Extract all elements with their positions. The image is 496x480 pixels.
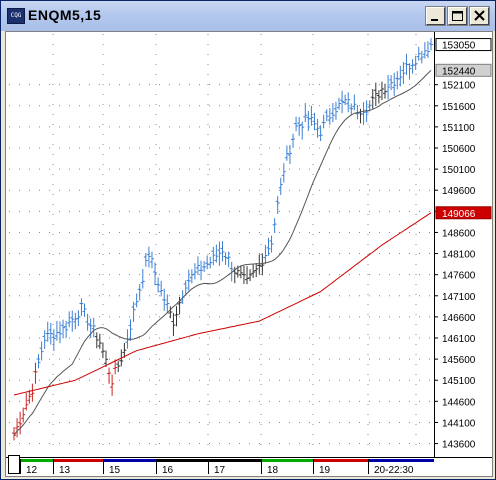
price-label: 145100 (442, 376, 476, 387)
session-bar (103, 459, 156, 462)
time-label: 15 (109, 465, 121, 476)
last-price-tag-text: 153050 (442, 41, 476, 52)
minimize-button[interactable] (425, 6, 446, 26)
price-label: 148100 (442, 250, 476, 261)
session-bar (261, 459, 313, 462)
close-button[interactable] (469, 6, 490, 26)
price-label: 143600 (442, 440, 476, 451)
price-label: 147600 (442, 271, 476, 282)
window-title: ENQM5,15 (28, 7, 102, 23)
cqg-app-icon: CQG (7, 8, 25, 24)
time-label: 17 (214, 465, 226, 476)
session-bar (208, 459, 261, 462)
price-label: 145600 (442, 355, 476, 366)
close-icon (474, 10, 485, 21)
price-label: 146600 (442, 313, 476, 324)
fast-ma-tag-text: 152440 (442, 66, 476, 77)
chart-area[interactable]: 1521001516001511001506001501001496001491… (5, 31, 493, 477)
session-bar (156, 459, 208, 462)
session-bar (53, 459, 103, 462)
price-label: 148600 (442, 228, 476, 239)
session-bar (20, 459, 53, 462)
price-label: 150600 (442, 144, 476, 155)
price-label: 150100 (442, 165, 476, 176)
slow-ma-line (13, 212, 432, 396)
price-label: 151600 (442, 102, 476, 113)
maximize-button[interactable] (447, 6, 468, 26)
time-label: 19 (319, 465, 331, 476)
session-bar (368, 459, 434, 462)
price-label: 144600 (442, 397, 476, 408)
time-label: 18 (267, 465, 279, 476)
slow-ma-tag-text: 149066 (442, 209, 476, 220)
price-chart: 1521001516001511001506001501001496001491… (6, 32, 492, 476)
price-label: 146100 (442, 334, 476, 345)
price-label: 151100 (442, 123, 475, 134)
title-bar[interactable]: CQG ENQM5,15 (1, 1, 495, 31)
scroll-box (8, 455, 20, 474)
price-label: 152100 (442, 81, 476, 92)
maximize-icon (452, 11, 463, 21)
time-label: 20-22:30 (374, 465, 414, 476)
session-bar (313, 459, 368, 462)
price-label: 149600 (442, 186, 476, 197)
price-label: 147100 (442, 292, 476, 303)
minimize-icon (431, 19, 438, 21)
time-label: 12 (26, 465, 38, 476)
time-label: 16 (162, 465, 174, 476)
price-label: 144100 (442, 418, 476, 429)
chart-window: CQG ENQM5,15 152100 151600 151100 150600 150… (0, 0, 496, 480)
time-label: 13 (59, 465, 71, 476)
